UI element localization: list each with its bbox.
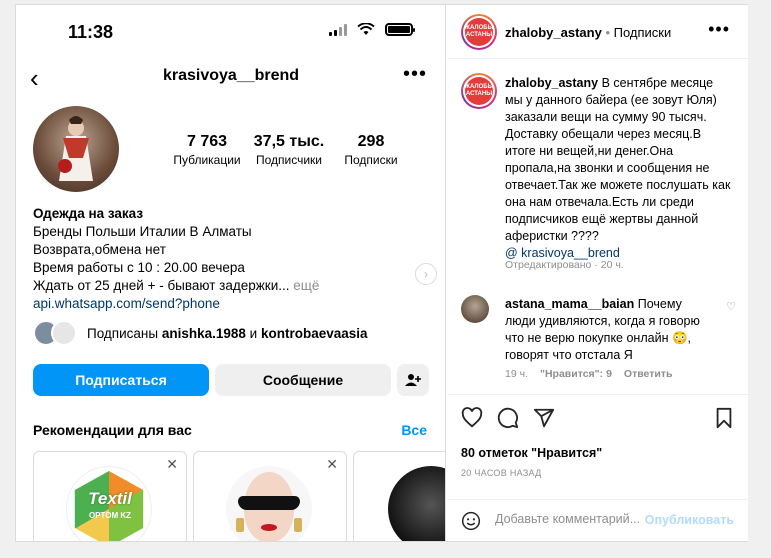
followed-user: anishka.1988 [161, 325, 246, 341]
message-button: Сообщение [215, 364, 391, 396]
caption-text: В сентябре месяце мы у данного байера (е… [505, 76, 731, 243]
comment: astana_mama__baian Почему люди удивляютс… [505, 296, 715, 364]
stat-label: Подписки [344, 153, 398, 167]
bio-name: Одежда на заказ [33, 206, 144, 221]
comment-like-icon[interactable]: ♡ [726, 300, 736, 313]
avatar [51, 320, 77, 346]
post-image: 11:38 ‹ krasivoya__brend ••• 7 763 Публи… [16, 5, 446, 541]
author-avatar[interactable]: ЖАЛОБЫ АСТАНЫ [461, 73, 497, 109]
profile-username: krasivoya__brend [162, 67, 300, 84]
stat-followers: 37,5 тыс. Подписчики [248, 133, 330, 167]
comment-input[interactable] [495, 512, 645, 526]
stat-label: Подписчики [255, 153, 322, 167]
stat-value: 37,5 тыс. [253, 133, 325, 150]
author-logo-text: ЖАЛОБЫ АСТАНЫ [465, 77, 493, 105]
recommendations-title: Рекомендации для вас [33, 422, 192, 438]
caption-mention[interactable]: @ krasivoya__brend [505, 246, 620, 260]
post-date: 20 ЧАСОВ НАЗАД [461, 468, 542, 478]
profile-avatar [33, 106, 119, 192]
bio-more: ещё [293, 278, 320, 293]
wifi-icon [357, 23, 375, 35]
add-user-icon [397, 364, 429, 396]
bio-line: Возврата,обмена нет [33, 242, 166, 257]
stat-value: 7 763 [186, 133, 228, 150]
post-author[interactable]: zhaloby_astany [505, 25, 602, 40]
comment-icon[interactable] [497, 407, 519, 429]
follow-state-button[interactable]: Подписки [614, 25, 672, 40]
post-actions [447, 394, 748, 442]
publish-button[interactable]: Опубликовать [645, 513, 734, 527]
share-icon[interactable] [533, 407, 555, 429]
more-options-icon: ••• [402, 63, 427, 85]
bio-line: Бренды Польши Италии В Алматы [33, 224, 252, 239]
followed-by-text: Подписаны anishka.1988 и kontrobaevaasia [87, 326, 368, 341]
logo-text: Textil [88, 489, 132, 508]
profile-buttons: Подписаться Сообщение [33, 364, 429, 396]
close-icon: ✕ [326, 456, 338, 472]
emoji-icon[interactable] [461, 511, 481, 531]
add-comment-bar: Опубликовать [447, 499, 748, 541]
recommendations-see-all: Все [401, 422, 427, 438]
close-icon: ✕ [166, 456, 178, 472]
comment-author[interactable]: astana_mama__baian [505, 297, 634, 311]
logo-subtext: OPTOM KZ [88, 511, 132, 520]
recommendation-card: ✕ [193, 451, 347, 541]
status-icons [329, 23, 415, 36]
author-avatar[interactable]: ЖАЛОБЫ АСТАНЫ [461, 14, 497, 50]
avatar [226, 466, 312, 541]
battery-icon [385, 23, 415, 36]
stat-label: Публикации [173, 153, 241, 167]
status-time: 11:38 [68, 22, 114, 42]
instagram-post-modal: 11:38 ‹ krasivoya__brend ••• 7 763 Публи… [15, 4, 748, 542]
avatar [388, 466, 445, 541]
profile-bio: Одежда на заказ Бренды Польши Италии В А… [33, 205, 319, 313]
followed-prefix: Подписаны [87, 325, 159, 341]
signal-icon [329, 23, 347, 36]
more-options-icon[interactable]: ••• [708, 19, 730, 40]
comment-likes[interactable]: "Нравится": 9 [540, 368, 612, 380]
caption-author[interactable]: zhaloby_astany [505, 76, 598, 90]
follow-button: Подписаться [33, 364, 209, 396]
stat-value: 298 [357, 133, 385, 150]
caption-meta: Отредактировано · 20 ч. [505, 259, 624, 271]
post-sidebar: ЖАЛОБЫ АСТАНЫ zhaloby_astany • Подписки … [447, 5, 748, 541]
recommendation-card [353, 451, 445, 541]
chevron-right-icon: › [415, 263, 437, 285]
post-header: ЖАЛОБЫ АСТАНЫ zhaloby_astany • Подписки … [447, 5, 748, 59]
reply-button[interactable]: Ответить [624, 368, 673, 380]
stat-following: 298 Подписки [330, 133, 412, 167]
avatar: Textil OPTOM KZ [66, 466, 152, 541]
heart-icon[interactable] [461, 407, 483, 429]
author-logo-text: ЖАЛОБЫ АСТАНЫ [465, 18, 493, 46]
bio-line-last: Ждать от 25 дней + - бывают задержки... … [33, 277, 319, 295]
followed-conj: и [249, 325, 258, 341]
followed-user: kontrobaevaasia [260, 325, 368, 341]
like-count[interactable]: 80 отметок "Нравится" [461, 446, 602, 460]
post-author-line: zhaloby_astany • Подписки [505, 25, 672, 40]
bio-line: Ждать от 25 дней + - бывают задержки... [33, 278, 290, 293]
bookmark-icon[interactable] [713, 407, 735, 429]
bio-link: api.whatsapp.com/send?phone [33, 296, 220, 311]
bio-line: Время работы с 10 : 20.00 вечера [33, 260, 245, 275]
post-caption: zhaloby_astany В сентябре месяце мы у да… [505, 75, 731, 262]
comment-time: 19 ч. [505, 368, 528, 380]
stat-posts: 7 763 Публикации [166, 133, 248, 167]
followed-by: Подписаны anishka.1988 и kontrobaevaasia [33, 320, 368, 346]
avatar[interactable] [461, 295, 489, 323]
comment-meta: 19 ч. "Нравится": 9 Ответить [505, 368, 672, 380]
recommendation-card: ✕ Textil OPTOM KZ [33, 451, 187, 541]
profile-stats: 7 763 Публикации 37,5 тыс. Подписчики 29… [166, 133, 412, 167]
